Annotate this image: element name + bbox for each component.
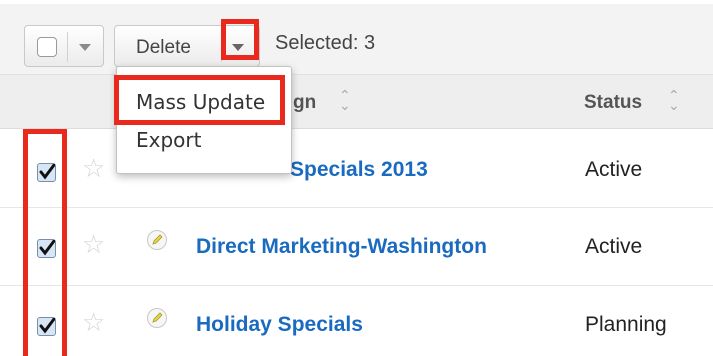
- star-icon[interactable]: ☆: [82, 307, 105, 338]
- select-all-checkbox[interactable]: [37, 37, 57, 57]
- status-value: Planning: [585, 313, 667, 336]
- record-link[interactable]: Holiday Specials: [196, 313, 363, 337]
- caret-highlight-box: [221, 19, 259, 60]
- button-divider: [67, 32, 68, 62]
- pencil-icon[interactable]: [147, 230, 167, 250]
- status-value: Active: [585, 158, 643, 181]
- table-header: gn ⌃ ⌄ Status ⌃ ⌄: [0, 75, 713, 129]
- list-toolbar: Delete Selected: 3: [0, 4, 713, 75]
- table-row: ☆ Direct Marketing-Washington Active: [0, 208, 713, 286]
- checkbox-column-highlight-box: [23, 129, 67, 356]
- star-icon[interactable]: ☆: [82, 229, 105, 260]
- caret-down-icon[interactable]: [79, 44, 91, 51]
- selected-count: Selected: 3: [275, 32, 376, 54]
- star-icon[interactable]: ☆: [82, 153, 105, 184]
- delete-button[interactable]: Delete: [136, 37, 191, 59]
- record-link[interactable]: Direct Marketing-Washington: [196, 235, 487, 259]
- column-header-campaign[interactable]: gn: [293, 92, 316, 114]
- status-value: Active: [585, 235, 643, 258]
- record-link[interactable]: Specials 2013: [290, 158, 428, 182]
- table-row: ☆ Holiday Specials Planning: [0, 286, 713, 356]
- column-header-status[interactable]: Status: [584, 92, 642, 114]
- sort-icon[interactable]: ⌃ ⌄: [339, 88, 351, 112]
- mass-update-highlight-box: [114, 75, 285, 125]
- pencil-icon[interactable]: [147, 308, 167, 328]
- table-row: ☆ Specials 2013 Active: [0, 129, 713, 208]
- sort-icon[interactable]: ⌃ ⌄: [668, 88, 680, 112]
- select-all-dropdown[interactable]: [24, 25, 104, 67]
- menu-item-export[interactable]: Export: [136, 128, 201, 152]
